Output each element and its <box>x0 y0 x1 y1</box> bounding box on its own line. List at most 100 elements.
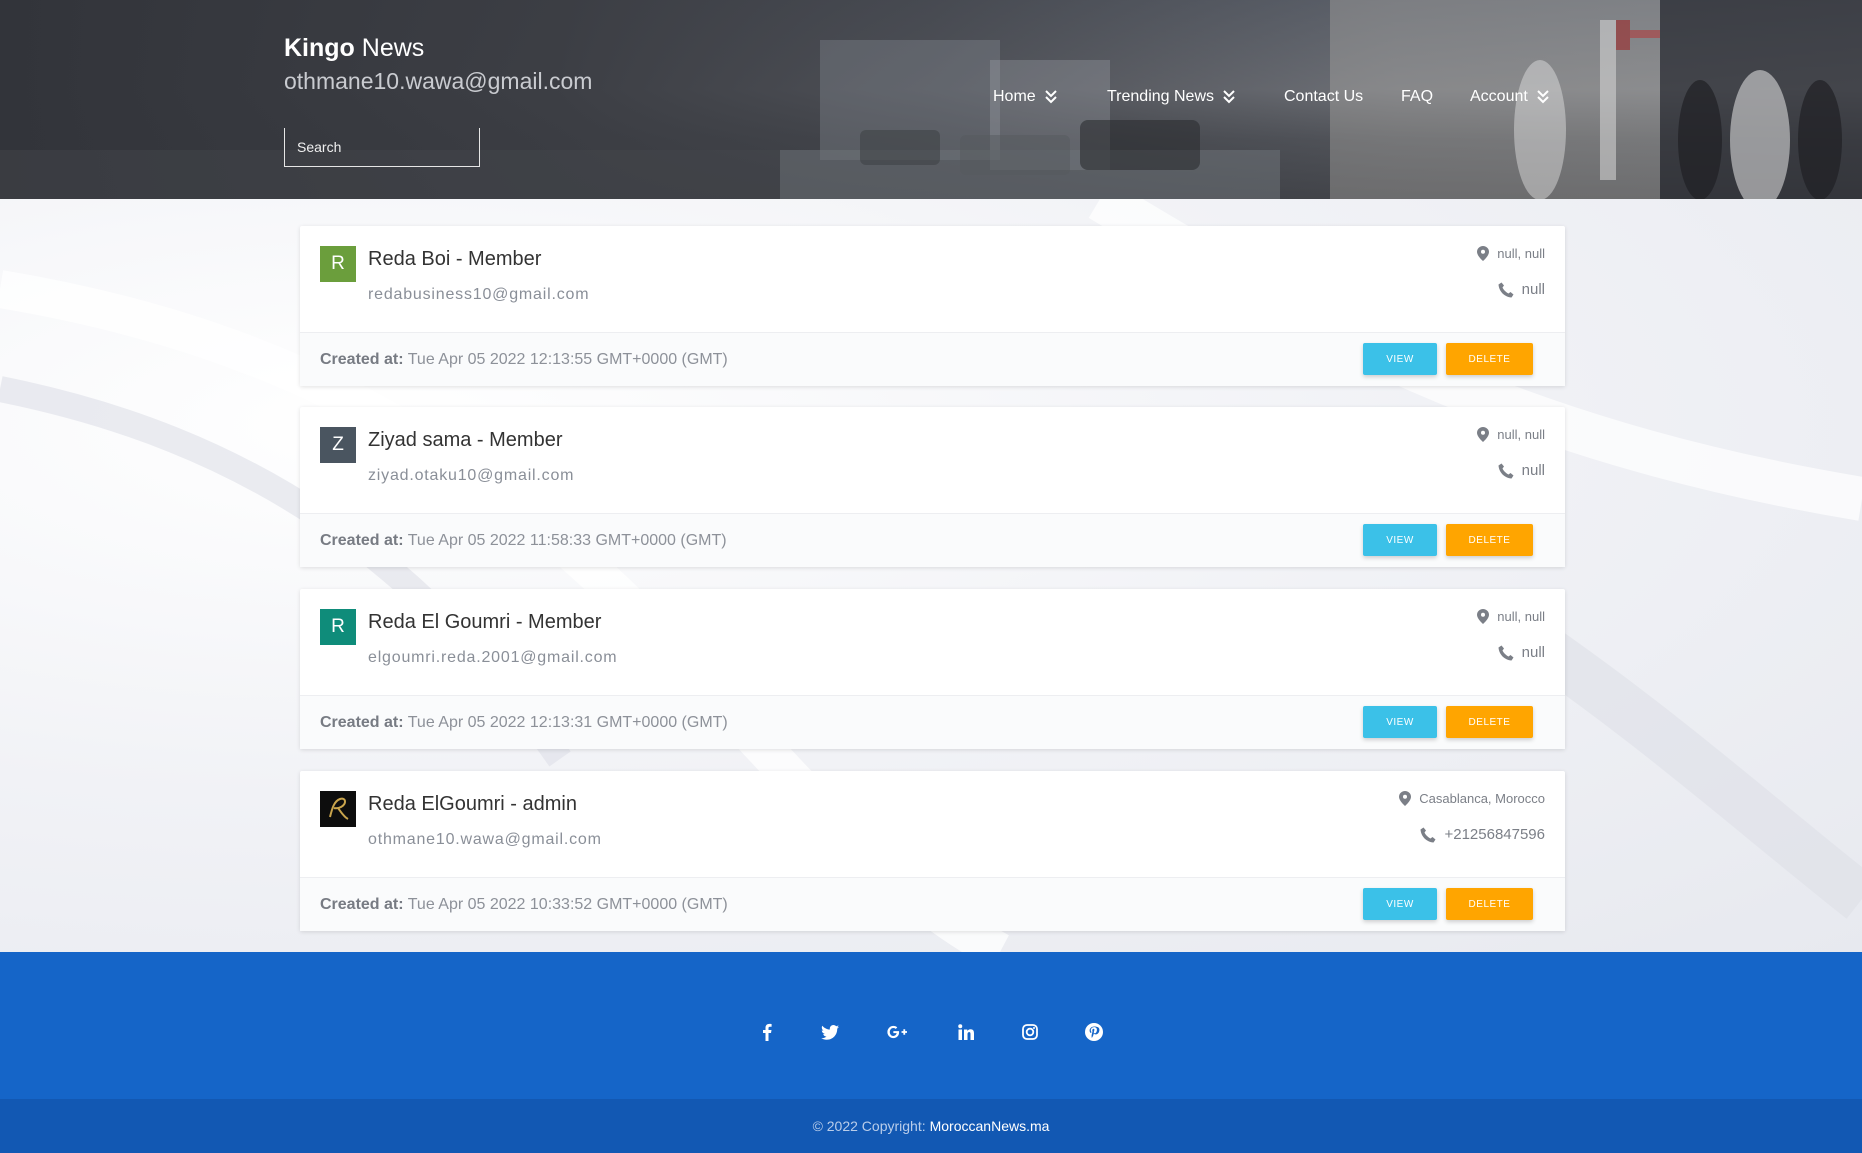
created-at: Created at: Tue Apr 05 2022 11:58:33 GMT… <box>320 532 727 550</box>
user-name-role: Reda Boi - Member <box>368 248 542 270</box>
user-location: null, null <box>1477 246 1545 261</box>
created-at-value: Tue Apr 05 2022 11:58:33 GMT+0000 (GMT) <box>407 532 727 549</box>
user-phone: null <box>1498 644 1545 661</box>
created-at-value: Tue Apr 05 2022 10:33:52 GMT+0000 (GMT) <box>407 896 728 913</box>
nav-item-contact-us[interactable]: Contact Us <box>1284 88 1363 106</box>
user-card-header: Reda ElGoumri - admin othmane10.wawa@gma… <box>300 771 1565 877</box>
twitter-icon[interactable] <box>820 1022 840 1042</box>
copyright-bar: © 2022 Copyright: MoroccanNews.ma <box>0 1099 1862 1153</box>
user-email: ziyad.otaku10@gmail.com <box>368 467 575 484</box>
current-user-email: othmane10.wawa@gmail.com <box>284 68 593 94</box>
user-location-text: null, null <box>1497 427 1545 442</box>
user-location-text: null, null <box>1497 609 1545 624</box>
user-phone-text: +21256847596 <box>1444 826 1545 843</box>
map-marker-icon <box>1477 246 1490 261</box>
user-name-role: Ziyad sama - Member <box>368 429 563 451</box>
avatar: Z <box>320 427 356 463</box>
phone-icon <box>1498 645 1514 660</box>
instagram-icon[interactable] <box>1020 1022 1040 1042</box>
user-card-footer: Created at: Tue Apr 05 2022 12:13:31 GMT… <box>300 695 1565 749</box>
delete-button[interactable]: DELETE <box>1446 343 1533 375</box>
map-marker-icon <box>1477 609 1490 624</box>
avatar: R <box>320 609 356 645</box>
phone-icon <box>1498 282 1514 297</box>
user-card-header: R Reda El Goumri - Member elgoumri.reda.… <box>300 589 1565 695</box>
view-button[interactable]: VIEW <box>1363 888 1437 920</box>
brand-name-rest: News <box>361 34 425 62</box>
phone-icon <box>1420 827 1436 842</box>
user-email: redabusiness10@gmail.com <box>368 286 590 303</box>
user-phone: +21256847596 <box>1420 826 1545 843</box>
nav-item-label: FAQ <box>1401 88 1434 105</box>
created-at-label: Created at: <box>320 532 404 549</box>
user-card-footer: Created at: Tue Apr 05 2022 11:58:33 GMT… <box>300 513 1565 567</box>
user-location: null, null <box>1477 427 1545 442</box>
user-phone-text: null <box>1521 644 1545 661</box>
user-card: Z Ziyad sama - Member ziyad.otaku10@gmai… <box>300 407 1565 567</box>
site-header: Kingo News othmane10.wawa@gmail.com Home… <box>0 0 1862 199</box>
nav-item-label: Account <box>1470 88 1528 105</box>
user-location-text: null, null <box>1497 246 1545 261</box>
nav-item-account[interactable]: Account <box>1470 88 1550 106</box>
facebook-icon[interactable] <box>757 1022 777 1042</box>
map-marker-icon <box>1399 791 1412 806</box>
main-content: R Reda Boi - Member redabusiness10@gmail… <box>0 199 1862 952</box>
created-at-value: Tue Apr 05 2022 12:13:55 GMT+0000 (GMT) <box>407 351 728 368</box>
view-button[interactable]: VIEW <box>1363 524 1437 556</box>
double-chevron-down-icon <box>1044 90 1057 104</box>
map-marker-icon <box>1477 427 1490 442</box>
linkedin-icon[interactable] <box>956 1022 976 1042</box>
user-card-header: R Reda Boi - Member redabusiness10@gmail… <box>300 226 1565 332</box>
user-phone-text: null <box>1521 462 1545 479</box>
site-logo[interactable]: Kingo News <box>284 34 424 63</box>
copyright-link[interactable]: MoroccanNews.ma <box>930 1118 1050 1134</box>
user-location: null, null <box>1477 609 1545 624</box>
user-email: elgoumri.reda.2001@gmail.com <box>368 649 618 666</box>
view-button[interactable]: VIEW <box>1363 343 1437 375</box>
user-name-role: Reda El Goumri - Member <box>368 611 602 633</box>
avatar-logo-image <box>320 791 356 827</box>
site-footer <box>0 952 1862 1099</box>
user-card-header: Z Ziyad sama - Member ziyad.otaku10@gmai… <box>300 407 1565 513</box>
user-card: Reda ElGoumri - admin othmane10.wawa@gma… <box>300 771 1565 931</box>
user-card-footer: Created at: Tue Apr 05 2022 10:33:52 GMT… <box>300 877 1565 931</box>
delete-button[interactable]: DELETE <box>1446 706 1533 738</box>
nav-item-trending-news[interactable]: Trending News <box>1107 88 1236 106</box>
user-name-role: Reda ElGoumri - admin <box>368 793 577 815</box>
created-at: Created at: Tue Apr 05 2022 10:33:52 GMT… <box>320 896 728 914</box>
search-input[interactable] <box>284 128 480 167</box>
pinterest-icon[interactable] <box>1084 1022 1104 1042</box>
user-phone: null <box>1498 281 1545 298</box>
avatar: R <box>320 246 356 282</box>
user-card: R Reda Boi - Member redabusiness10@gmail… <box>300 226 1565 386</box>
copyright-text: © 2022 Copyright: <box>812 1118 926 1134</box>
delete-button[interactable]: DELETE <box>1446 888 1533 920</box>
user-location: Casablanca, Morocco <box>1399 791 1545 806</box>
user-card: R Reda El Goumri - Member elgoumri.reda.… <box>300 589 1565 749</box>
brand-name-bold: Kingo <box>284 34 355 62</box>
created-at-label: Created at: <box>320 896 404 913</box>
user-phone-text: null <box>1521 281 1545 298</box>
created-at: Created at: Tue Apr 05 2022 12:13:55 GMT… <box>320 351 728 369</box>
user-location-text: Casablanca, Morocco <box>1419 791 1545 806</box>
created-at-label: Created at: <box>320 351 404 368</box>
nav-item-faq[interactable]: FAQ <box>1401 88 1433 106</box>
google-plus-icon[interactable] <box>887 1022 907 1042</box>
delete-button[interactable]: DELETE <box>1446 524 1533 556</box>
user-card-footer: Created at: Tue Apr 05 2022 12:13:55 GMT… <box>300 332 1565 386</box>
double-chevron-down-icon <box>1223 90 1235 104</box>
double-chevron-down-icon <box>1537 90 1549 104</box>
view-button[interactable]: VIEW <box>1363 706 1437 738</box>
created-at: Created at: Tue Apr 05 2022 12:13:31 GMT… <box>320 714 728 732</box>
created-at-label: Created at: <box>320 714 404 731</box>
nav-item-home[interactable]: Home <box>993 88 1058 106</box>
phone-icon <box>1498 463 1514 478</box>
nav-item-label: Trending News <box>1107 88 1215 105</box>
header-content: Kingo News othmane10.wawa@gmail.com Home… <box>0 0 1862 199</box>
avatar <box>320 791 356 827</box>
nav-item-label: Home <box>993 88 1036 105</box>
created-at-value: Tue Apr 05 2022 12:13:31 GMT+0000 (GMT) <box>407 714 728 731</box>
user-email: othmane10.wawa@gmail.com <box>368 831 602 848</box>
nav-item-label: Contact Us <box>1284 88 1364 105</box>
user-phone: null <box>1498 462 1545 479</box>
